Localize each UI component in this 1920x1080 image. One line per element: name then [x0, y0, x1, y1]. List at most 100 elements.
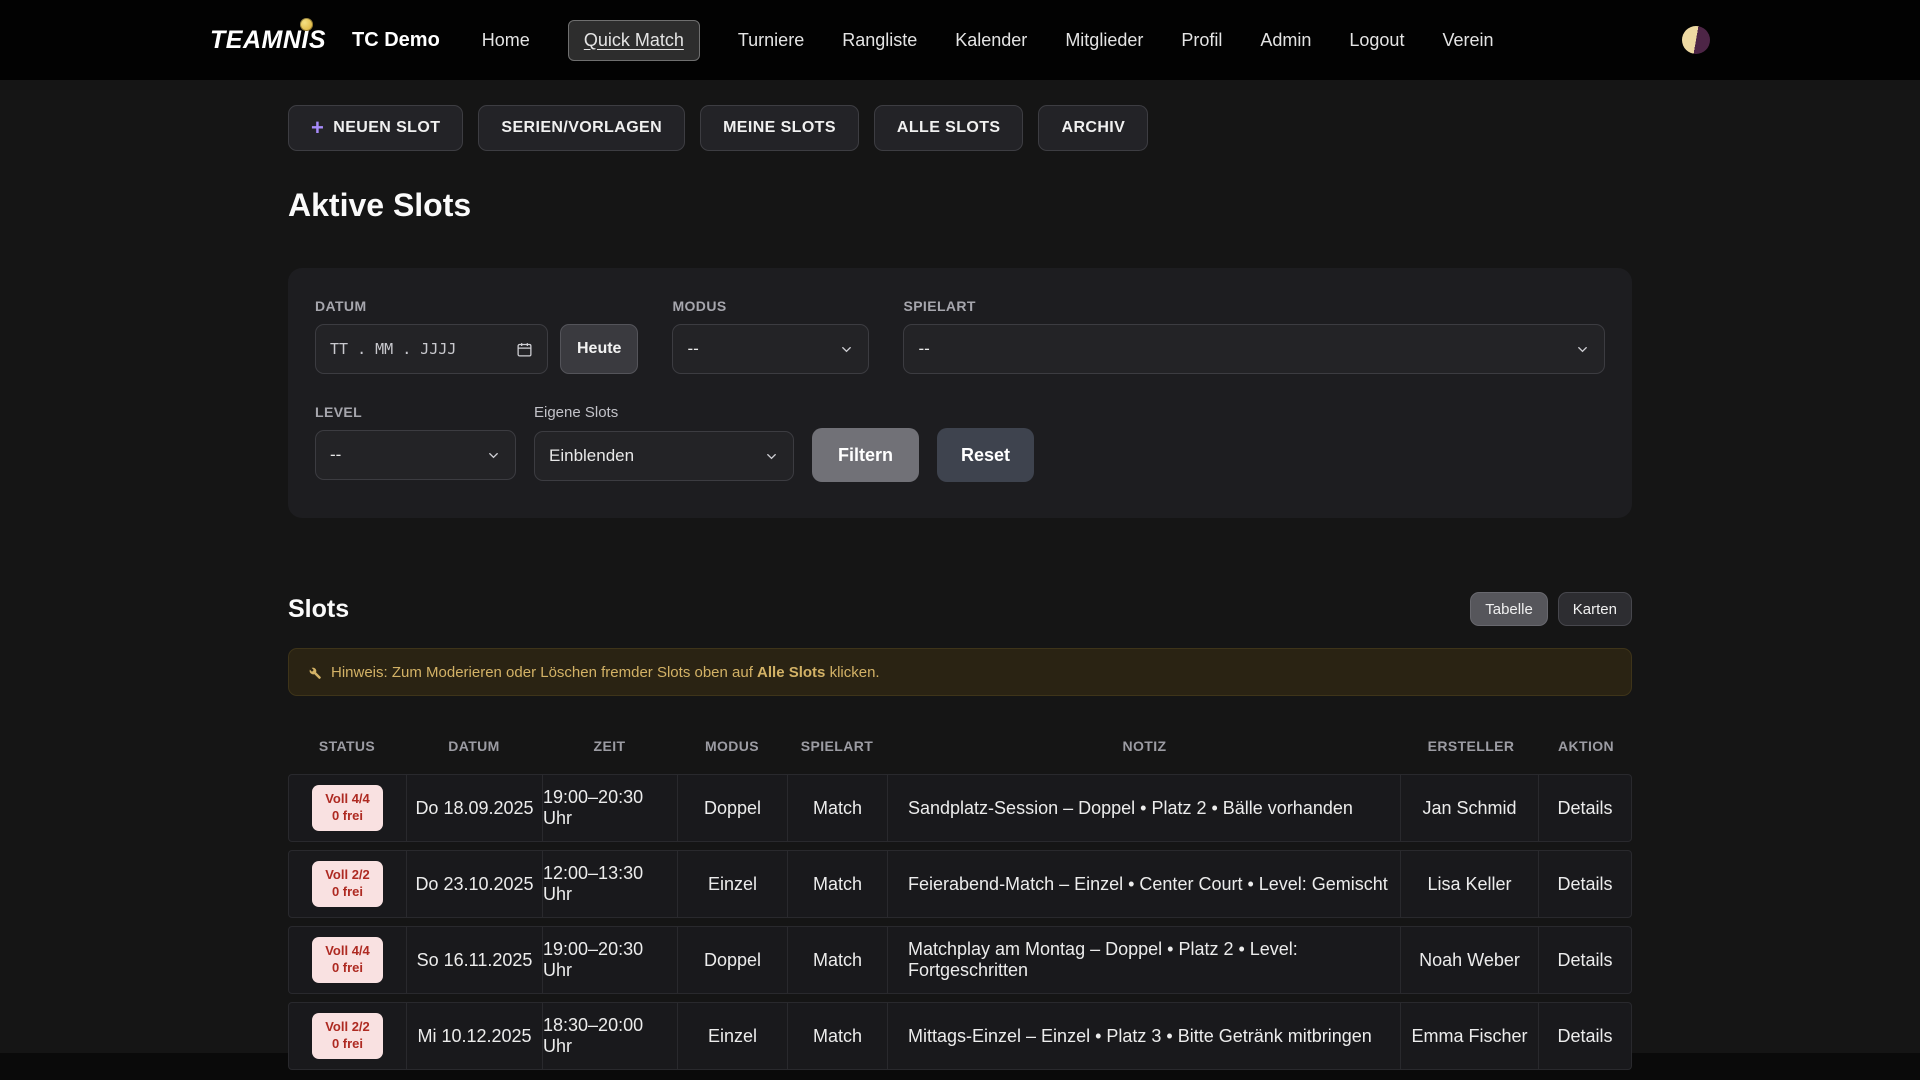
spielart-cell: Match [788, 927, 888, 993]
zeit-cell: 19:00–20:30 Uhr [543, 927, 678, 993]
date-input[interactable]: TT . MM . JJJJ [315, 324, 548, 374]
zeit-cell: 12:00–13:30 Uhr [543, 851, 678, 917]
slot-toolbar: + NEUEN SLOT SERIEN/VORLAGEN MEINE SLOTS… [288, 80, 1632, 151]
wrench-icon [307, 665, 322, 680]
calendar-icon[interactable] [516, 341, 533, 358]
col-notiz: NOTIZ [887, 730, 1402, 762]
level-value: -- [330, 445, 341, 465]
ersteller-cell: Noah Weber [1401, 927, 1539, 993]
chevron-down-icon [839, 342, 854, 357]
table-row: Voll 2/2 0 frei Mi 10.12.2025 18:30–20:0… [288, 1002, 1632, 1070]
status-badge: Voll 2/2 0 frei [312, 1013, 383, 1059]
eigene-slots-value: Einblenden [549, 446, 634, 466]
spielart-cell: Match [788, 1003, 888, 1069]
new-slot-label: NEUEN SLOT [333, 119, 440, 137]
ersteller-cell: Lisa Keller [1401, 851, 1539, 917]
table-row: Voll 4/4 0 frei Do 18.09.2025 19:00–20:3… [288, 774, 1632, 842]
level-filter-group: LEVEL -- [315, 404, 516, 482]
reset-button[interactable]: Reset [937, 428, 1034, 482]
details-button[interactable]: Details [1539, 1003, 1631, 1069]
hint-all-slots: Alle Slots [757, 664, 825, 681]
status-cell: Voll 4/4 0 frei [289, 927, 407, 993]
details-button[interactable]: Details [1539, 775, 1631, 841]
series-templates-button[interactable]: SERIEN/VORLAGEN [478, 105, 685, 151]
table-row: Voll 2/2 0 frei Do 23.10.2025 12:00–13:3… [288, 850, 1632, 918]
chevron-down-icon [486, 448, 501, 463]
spielart-label: SPIELART [903, 298, 1605, 314]
modus-cell: Einzel [678, 1003, 788, 1069]
moderation-hint-banner: Hinweis: Zum Moderieren oder Löschen fre… [288, 648, 1632, 696]
tennis-ball-icon [300, 18, 313, 31]
archive-button[interactable]: ARCHIV [1038, 105, 1148, 151]
club-name: TC Demo [352, 29, 440, 52]
ersteller-cell: Jan Schmid [1401, 775, 1539, 841]
nav-verein[interactable]: Verein [1442, 30, 1493, 51]
nav-quick-match[interactable]: Quick Match [568, 20, 700, 61]
status-badge: Voll 4/4 0 frei [312, 785, 383, 831]
nav-profil[interactable]: Profil [1181, 30, 1222, 51]
col-aktion: AKTION [1540, 730, 1632, 762]
page-title: Aktive Slots [288, 187, 1632, 224]
modus-cell: Doppel [678, 927, 788, 993]
datum-label: DATUM [315, 298, 638, 314]
spielart-cell: Match [788, 851, 888, 917]
hint-text: Hinweis: Zum Moderieren oder Löschen fre… [331, 664, 880, 681]
user-avatar[interactable] [1682, 26, 1710, 54]
plus-icon: + [311, 117, 324, 139]
zeit-cell: 19:00–20:30 Uhr [543, 775, 678, 841]
today-button[interactable]: Heute [560, 324, 638, 374]
filter-panel: DATUM TT . MM . JJJJ Heute [288, 268, 1632, 518]
nav-items: Home Quick Match Turniere Rangliste Kale… [482, 20, 1682, 61]
nav-admin[interactable]: Admin [1260, 30, 1311, 51]
view-toggle: Tabelle Karten [1470, 592, 1632, 626]
modus-value: -- [687, 339, 698, 359]
table-header: STATUS DATUM ZEIT MODUS SPIELART NOTIZ E… [288, 730, 1632, 762]
ersteller-cell: Emma Fischer [1401, 1003, 1539, 1069]
new-slot-button[interactable]: + NEUEN SLOT [288, 105, 463, 151]
col-zeit: ZEIT [542, 730, 677, 762]
datum-cell: Do 18.09.2025 [407, 775, 543, 841]
status-cell: Voll 2/2 0 frei [289, 1003, 407, 1069]
table-view-button[interactable]: Tabelle [1470, 592, 1548, 626]
eigene-slots-filter-group: Eigene Slots Einblenden [534, 404, 794, 482]
nav-logout[interactable]: Logout [1349, 30, 1404, 51]
main-content: + NEUEN SLOT SERIEN/VORLAGEN MEINE SLOTS… [0, 80, 1920, 1053]
modus-label: MODUS [672, 298, 869, 314]
datum-cell: Do 23.10.2025 [407, 851, 543, 917]
col-spielart: SPIELART [787, 730, 887, 762]
nav-home[interactable]: Home [482, 30, 530, 51]
filter-button[interactable]: Filtern [812, 428, 919, 482]
spielart-cell: Match [788, 775, 888, 841]
datum-cell: Mi 10.12.2025 [407, 1003, 543, 1069]
table-row: Voll 4/4 0 frei So 16.11.2025 19:00–20:3… [288, 926, 1632, 994]
modus-cell: Doppel [678, 775, 788, 841]
date-placeholder: TT . MM . JJJJ [330, 340, 456, 358]
eigene-slots-label: Eigene Slots [534, 404, 794, 421]
cards-view-button[interactable]: Karten [1558, 592, 1632, 626]
spielart-select[interactable]: -- [903, 324, 1605, 374]
notiz-cell: Matchplay am Montag – Doppel • Platz 2 •… [888, 927, 1401, 993]
datum-cell: So 16.11.2025 [407, 927, 543, 993]
modus-cell: Einzel [678, 851, 788, 917]
all-slots-button[interactable]: ALLE SLOTS [874, 105, 1024, 151]
eigene-slots-select[interactable]: Einblenden [534, 431, 794, 481]
details-button[interactable]: Details [1539, 851, 1631, 917]
status-cell: Voll 4/4 0 frei [289, 775, 407, 841]
nav-rangliste[interactable]: Rangliste [842, 30, 917, 51]
spielart-filter-group: SPIELART -- [903, 298, 1605, 374]
zeit-cell: 18:30–20:00 Uhr [543, 1003, 678, 1069]
modus-select[interactable]: -- [672, 324, 869, 374]
notiz-cell: Sandplatz-Session – Doppel • Platz 2 • B… [888, 775, 1401, 841]
col-status: STATUS [288, 730, 406, 762]
nav-mitglieder[interactable]: Mitglieder [1065, 30, 1143, 51]
col-datum: DATUM [406, 730, 542, 762]
level-select[interactable]: -- [315, 430, 516, 480]
details-button[interactable]: Details [1539, 927, 1631, 993]
modus-filter-group: MODUS -- [672, 298, 869, 374]
my-slots-button[interactable]: MEINE SLOTS [700, 105, 859, 151]
status-badge: Voll 2/2 0 frei [312, 861, 383, 907]
brand-logo[interactable]: TEAMNIS [210, 26, 326, 55]
chevron-down-icon [1575, 342, 1590, 357]
nav-turniere[interactable]: Turniere [738, 30, 804, 51]
nav-kalender[interactable]: Kalender [955, 30, 1027, 51]
